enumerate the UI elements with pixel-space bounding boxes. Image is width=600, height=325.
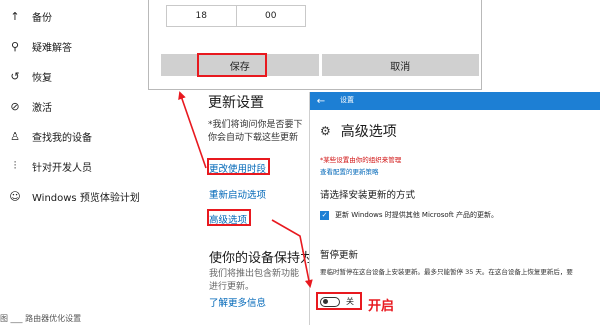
windows-insider-icon: ☺	[9, 189, 21, 203]
gear-icon: ⚙	[320, 124, 331, 138]
keep-device-title: 使你的设备保持为	[209, 251, 310, 266]
note-line-1: *我们将询问你是否要下	[208, 120, 303, 130]
sidebar-item-label: 恢复	[32, 72, 52, 84]
update-settings-title: 更新设置	[208, 95, 264, 111]
note2-line-1: 我们将推出包含新功能	[209, 269, 300, 279]
minute-cell[interactable]: 00	[235, 6, 306, 26]
developer-icon: ⫶	[13, 159, 17, 172]
sidebar-item-label: 查找我的设备	[32, 132, 92, 144]
cancel-button[interactable]: 取消	[321, 54, 479, 76]
update-settings-note: *我们将询问你是否要下 你会自动下载这些更新	[208, 119, 303, 145]
note2-line-2: 进行更新。	[209, 282, 255, 292]
sidebar-item-recovery[interactable]: ↺ 恢复	[8, 65, 52, 87]
sidebar-item-troubleshoot[interactable]: ⚲ 疑难解答	[8, 35, 72, 57]
person-icon: ♙	[10, 129, 20, 143]
window-titlebar: ← 设置	[310, 92, 600, 110]
figure-caption-cut: 图 ___ 路由器优化设置	[0, 314, 82, 323]
window-title: 设置	[340, 96, 354, 104]
sidebar-item-label: 激活	[32, 102, 52, 114]
wrench-icon: ⚲	[10, 39, 20, 53]
hour-cell[interactable]: 18	[167, 6, 236, 26]
sidebar-item-label: 疑难解答	[32, 42, 72, 54]
sidebar-item-for-developers[interactable]: ⫶ 针对开发人员	[8, 155, 92, 177]
cancel-button-label: 取消	[390, 61, 411, 73]
upload-arrow-icon: ↑	[10, 9, 20, 23]
sidebar-item-insider-program[interactable]: ☺ Windows 预览体验计划	[8, 185, 140, 207]
sidebar-item-label: Windows 预览体验计划	[32, 192, 140, 204]
restart-options-link[interactable]: 重新启动选项	[209, 187, 266, 201]
install-method-heading: 请选择安装更新的方式	[320, 190, 416, 201]
keep-device-note: 我们将推出包含新功能 进行更新。	[209, 268, 299, 294]
change-hours-highlight-box	[207, 158, 270, 175]
view-policies-link[interactable]: 查看配置的更新策略	[320, 166, 379, 176]
time-picker[interactable]: 18 00	[166, 5, 306, 27]
sidebar-item-find-my-device[interactable]: ♙ 查找我的设备	[8, 125, 92, 147]
settings-sidebar: ↑ 备份 ⚲ 疑难解答 ↺ 恢复 ⊘ 激活 ♙ 查找我的设备 ⫶ 针对开发人员 …	[0, 0, 150, 325]
restore-icon: ↺	[10, 69, 20, 83]
page-heading: ⚙ 高级选项	[320, 121, 397, 141]
other-products-checkbox-label: 更新 Windows 时提供其他 Microsoft 产品的更新。	[335, 211, 499, 219]
advanced-options-window: ← 设置 ⚙ 高级选项 *某些设置由你的组织来管理 查看配置的更新策略 请选择安…	[309, 92, 600, 325]
pause-updates-heading: 暂停更新	[320, 250, 359, 261]
sidebar-item-label: 针对开发人员	[32, 162, 92, 174]
sidebar-item-activation[interactable]: ⊘ 激活	[8, 95, 52, 117]
toggle-highlight-box	[316, 292, 362, 310]
advanced-options-highlight-box	[207, 209, 251, 226]
page-title: 高级选项	[340, 124, 397, 140]
active-hours-dialog: 18 00 保存 取消	[148, 0, 482, 90]
back-arrow-icon[interactable]: ←	[314, 93, 328, 109]
other-products-checkbox-row[interactable]: ✓ 更新 Windows 时提供其他 Microsoft 产品的更新。	[320, 210, 498, 220]
note-line-2: 你会自动下载这些更新	[208, 133, 299, 143]
enable-annotation: 开启	[368, 299, 395, 314]
sidebar-item-backup[interactable]: ↑ 备份	[8, 5, 52, 27]
checkmark-icon: ✓	[321, 211, 328, 219]
sidebar-item-label: 备份	[32, 12, 52, 24]
other-products-checkbox[interactable]: ✓	[320, 210, 329, 220]
learn-more-link[interactable]: 了解更多信息	[209, 295, 266, 309]
pause-updates-description: 要临时暂停在这台设备上安装更新。最多只能暂停 35 天。在这台设备上恢复更新后，…	[320, 268, 573, 276]
save-highlight-box	[197, 53, 267, 77]
managed-by-org-note: *某些设置由你的组织来管理	[320, 156, 402, 164]
update-settings-panel: 更新设置 *我们将询问你是否要下 你会自动下载这些更新 更改使用时段 重新启动选…	[200, 92, 310, 325]
check-circle-icon: ⊘	[10, 99, 20, 113]
